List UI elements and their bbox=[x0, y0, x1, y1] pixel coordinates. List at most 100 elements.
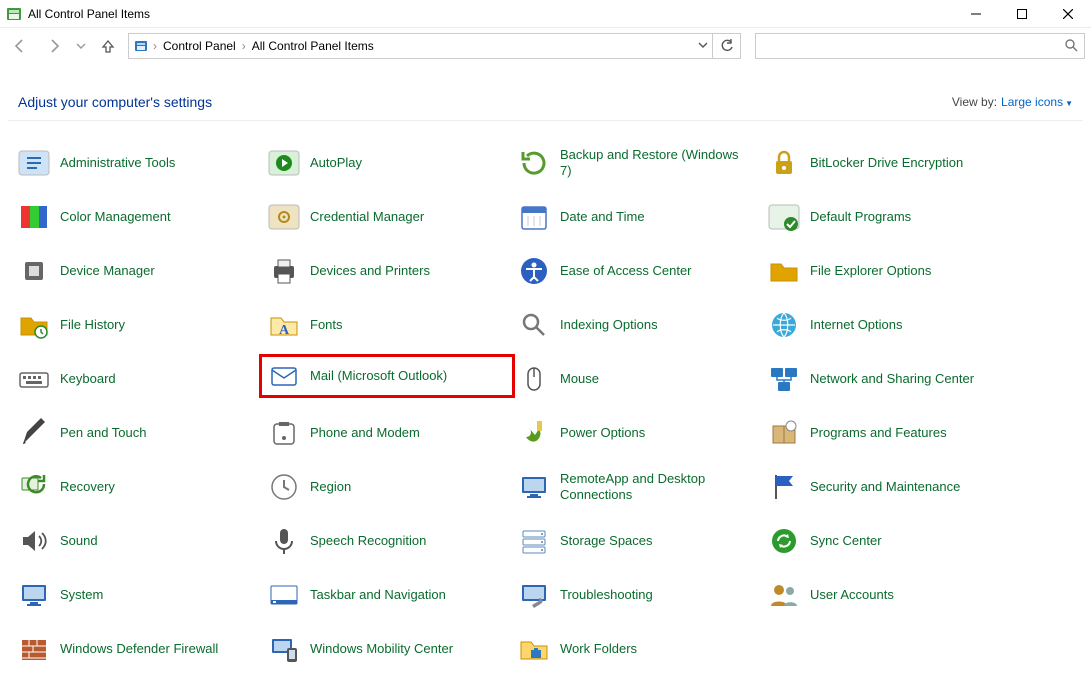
credential-manager-icon bbox=[266, 199, 302, 235]
cp-item-windows-defender-firewall[interactable]: Windows Defender Firewall bbox=[12, 627, 262, 671]
cp-item-label: Network and Sharing Center bbox=[810, 371, 974, 387]
window-icon bbox=[6, 6, 22, 22]
cp-item-label: Sound bbox=[60, 533, 98, 549]
breadcrumb-root[interactable]: Control Panel bbox=[161, 39, 238, 53]
search-input[interactable] bbox=[762, 38, 1064, 54]
cp-item-administrative-tools[interactable]: Administrative Tools bbox=[12, 141, 262, 185]
cp-item-label: Credential Manager bbox=[310, 209, 424, 225]
cp-item-storage-spaces[interactable]: Storage Spaces bbox=[512, 519, 762, 563]
cp-item-file-explorer-options[interactable]: File Explorer Options bbox=[762, 249, 1012, 293]
security-maintenance-icon bbox=[766, 469, 802, 505]
cp-item-power-options[interactable]: Power Options bbox=[512, 411, 762, 455]
devices-printers-icon bbox=[266, 253, 302, 289]
search-icon[interactable] bbox=[1064, 38, 1078, 55]
up-button[interactable] bbox=[94, 32, 122, 60]
cp-item-remoteapp[interactable]: RemoteApp and Desktop Connections bbox=[512, 465, 762, 509]
cp-item-windows-mobility[interactable]: Windows Mobility Center bbox=[262, 627, 512, 671]
forward-button[interactable] bbox=[40, 32, 68, 60]
cp-item-recovery[interactable]: Recovery bbox=[12, 465, 262, 509]
cp-item-device-manager[interactable]: Device Manager bbox=[12, 249, 262, 293]
cp-item-devices-printers[interactable]: Devices and Printers bbox=[262, 249, 512, 293]
windows-mobility-icon bbox=[266, 631, 302, 667]
administrative-tools-icon bbox=[16, 145, 52, 181]
cp-item-fonts[interactable]: A Fonts bbox=[262, 303, 512, 347]
minimize-button[interactable] bbox=[953, 0, 999, 28]
cp-item-label: Storage Spaces bbox=[560, 533, 653, 549]
cp-item-network-sharing[interactable]: Network and Sharing Center bbox=[762, 357, 1012, 401]
cp-item-date-time[interactable]: Date and Time bbox=[512, 195, 762, 239]
default-programs-icon bbox=[766, 199, 802, 235]
fonts-icon: A bbox=[266, 307, 302, 343]
cp-item-label: Recovery bbox=[60, 479, 115, 495]
cp-item-autoplay[interactable]: AutoPlay bbox=[262, 141, 512, 185]
address-bar[interactable]: › Control Panel › All Control Panel Item… bbox=[128, 33, 713, 59]
breadcrumb-current[interactable]: All Control Panel Items bbox=[250, 39, 376, 53]
cp-item-backup-restore[interactable]: Backup and Restore (Windows 7) bbox=[512, 141, 762, 185]
chevron-down-icon: ▼ bbox=[1065, 99, 1073, 108]
search-box[interactable] bbox=[755, 33, 1085, 59]
cp-item-color-management[interactable]: Color Management bbox=[12, 195, 262, 239]
view-by-label: View by: bbox=[952, 95, 997, 109]
titlebar: All Control Panel Items bbox=[0, 0, 1091, 28]
cp-item-label: Keyboard bbox=[60, 371, 116, 387]
system-icon bbox=[16, 577, 52, 613]
cp-item-mouse[interactable]: Mouse bbox=[512, 357, 762, 401]
cp-item-ease-of-access[interactable]: Ease of Access Center bbox=[512, 249, 762, 293]
cp-item-bitlocker[interactable]: BitLocker Drive Encryption bbox=[762, 141, 1012, 185]
cp-item-system[interactable]: System bbox=[12, 573, 262, 617]
cp-item-label: Pen and Touch bbox=[60, 425, 147, 441]
cp-item-taskbar-navigation[interactable]: Taskbar and Navigation bbox=[262, 573, 512, 617]
programs-features-icon bbox=[766, 415, 802, 451]
sync-center-icon bbox=[766, 523, 802, 559]
cp-item-indexing-options[interactable]: Indexing Options bbox=[512, 303, 762, 347]
cp-item-user-accounts[interactable]: User Accounts bbox=[762, 573, 1012, 617]
cp-item-label: Windows Mobility Center bbox=[310, 641, 453, 657]
cp-item-troubleshooting[interactable]: Troubleshooting bbox=[512, 573, 762, 617]
maximize-button[interactable] bbox=[999, 0, 1045, 28]
device-manager-icon bbox=[16, 253, 52, 289]
cp-item-work-folders[interactable]: Work Folders bbox=[512, 627, 762, 671]
cp-item-region[interactable]: Region bbox=[262, 465, 512, 509]
view-by-value: Large icons bbox=[1001, 95, 1063, 109]
cp-item-label: Programs and Features bbox=[810, 425, 947, 441]
refresh-button[interactable] bbox=[713, 33, 741, 59]
control-panel-icon bbox=[133, 38, 149, 54]
remoteapp-icon bbox=[516, 469, 552, 505]
back-button[interactable] bbox=[6, 32, 34, 60]
recovery-icon bbox=[16, 469, 52, 505]
cp-item-speech-recognition[interactable]: Speech Recognition bbox=[262, 519, 512, 563]
cp-item-file-history[interactable]: File History bbox=[12, 303, 262, 347]
cp-item-label: Taskbar and Navigation bbox=[310, 587, 446, 603]
phone-modem-icon bbox=[266, 415, 302, 451]
cp-item-label: Ease of Access Center bbox=[560, 263, 692, 279]
cp-item-mail-outlook[interactable]: Mail (Microsoft Outlook) bbox=[259, 354, 515, 398]
cp-item-label: Default Programs bbox=[810, 209, 911, 225]
cp-item-programs-features[interactable]: Programs and Features bbox=[762, 411, 1012, 455]
cp-item-keyboard[interactable]: Keyboard bbox=[12, 357, 262, 401]
close-button[interactable] bbox=[1045, 0, 1091, 28]
cp-item-default-programs[interactable]: Default Programs bbox=[762, 195, 1012, 239]
cp-item-phone-modem[interactable]: Phone and Modem bbox=[262, 411, 512, 455]
cp-item-label: Administrative Tools bbox=[60, 155, 175, 171]
mouse-icon bbox=[516, 361, 552, 397]
sound-icon bbox=[16, 523, 52, 559]
cp-item-credential-manager[interactable]: Credential Manager bbox=[262, 195, 512, 239]
view-by-dropdown[interactable]: Large icons▼ bbox=[1001, 95, 1073, 109]
address-dropdown-icon[interactable] bbox=[698, 39, 708, 53]
storage-spaces-icon bbox=[516, 523, 552, 559]
cp-item-sound[interactable]: Sound bbox=[12, 519, 262, 563]
page-header: Adjust your computer's settings View by:… bbox=[0, 64, 1091, 120]
color-management-icon bbox=[16, 199, 52, 235]
cp-item-label: AutoPlay bbox=[310, 155, 362, 171]
cp-item-label: File Explorer Options bbox=[810, 263, 931, 279]
cp-item-label: RemoteApp and Desktop Connections bbox=[560, 471, 750, 502]
cp-item-label: Date and Time bbox=[560, 209, 645, 225]
work-folders-icon bbox=[516, 631, 552, 667]
cp-item-internet-options[interactable]: Internet Options bbox=[762, 303, 1012, 347]
cp-item-label: System bbox=[60, 587, 103, 603]
cp-item-label: Mail (Microsoft Outlook) bbox=[310, 368, 447, 384]
cp-item-security-maintenance[interactable]: Security and Maintenance bbox=[762, 465, 1012, 509]
cp-item-sync-center[interactable]: Sync Center bbox=[762, 519, 1012, 563]
cp-item-pen-touch[interactable]: Pen and Touch bbox=[12, 411, 262, 455]
recent-dropdown-icon[interactable] bbox=[74, 32, 88, 60]
